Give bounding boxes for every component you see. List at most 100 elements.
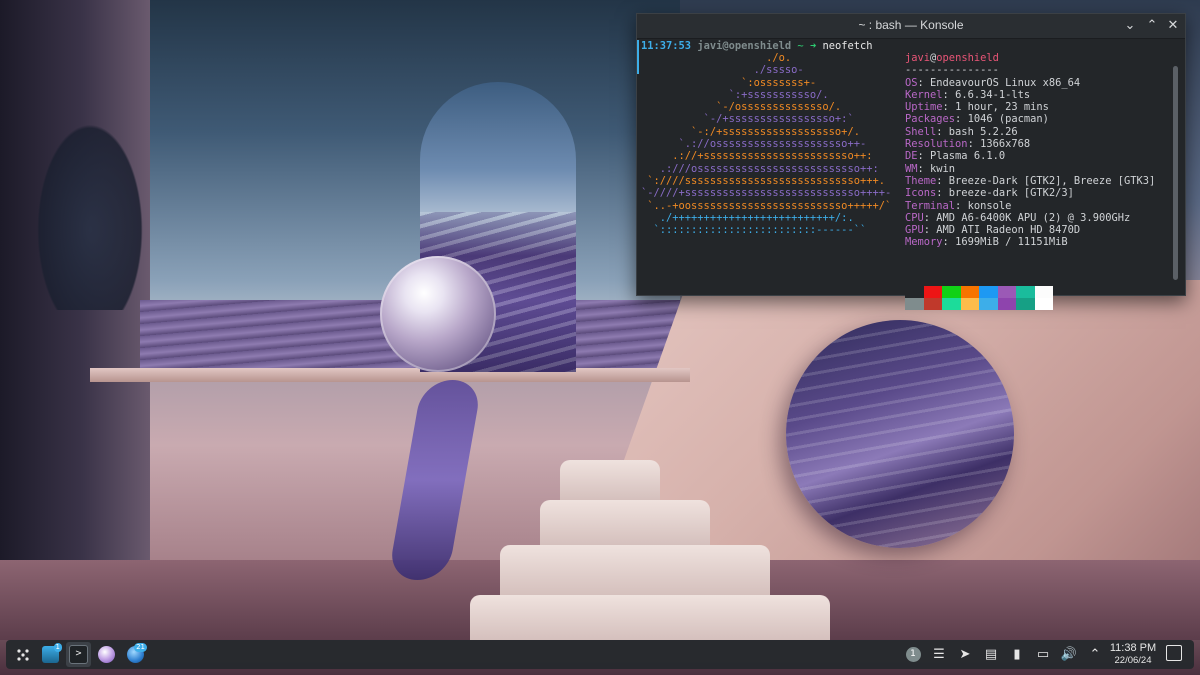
- prompt-path: ~: [797, 40, 804, 52]
- window-title: ~ : bash — Konsole: [858, 18, 964, 32]
- color-swatch: [942, 298, 961, 310]
- info-row-wm: WM: kwin: [905, 162, 956, 175]
- prompt-command: neofetch: [822, 40, 873, 52]
- info-key: Shell: [905, 125, 937, 138]
- logo-line: `.://osssssssssssssssssssso++-: [641, 138, 867, 151]
- color-swatch: [923, 298, 942, 310]
- prompt-user-host: javi@openshield: [697, 40, 792, 52]
- info-row-terminal: Terminal: konsole: [905, 199, 1012, 212]
- color-swatch: [997, 298, 1016, 310]
- scrollbar-thumb[interactable]: [1173, 66, 1178, 280]
- color-swatch: [942, 286, 961, 298]
- logo-line: ./o.: [641, 52, 792, 64]
- info-value: 1366x768: [980, 138, 1031, 151]
- updates-icon[interactable]: 1: [900, 642, 926, 668]
- show-desktop-icon[interactable]: [1166, 645, 1182, 661]
- application-launcher-icon[interactable]: [10, 642, 35, 667]
- clock-date: 22/06/24: [1114, 655, 1152, 666]
- digital-clock[interactable]: 11:38 PM 22/06/24: [1106, 641, 1160, 667]
- color-swatch: [979, 298, 998, 310]
- wallpaper-round-window: [786, 320, 1014, 548]
- logo-line: ./++++++++++++++++++++++++++/:.: [641, 211, 854, 224]
- info-row-gpu: GPU: AMD ATI Radeon HD 8470D: [905, 224, 1081, 237]
- info-key: DE: [905, 150, 918, 163]
- info-row-shell: Shell: bash 5.2.26: [905, 125, 1018, 138]
- info-row-theme: Theme: Breeze-Dark [GTK2], Breeze [GTK3]: [905, 174, 1156, 187]
- prompt-time: 11:37:53: [641, 40, 692, 52]
- notes-icon[interactable]: ▤: [978, 642, 1004, 668]
- info-value: AMD A6-6400K APU (2) @ 3.900GHz: [936, 211, 1131, 224]
- terminal-scrollbar[interactable]: [1172, 66, 1180, 296]
- volume-icon[interactable]: 🔊: [1056, 642, 1082, 668]
- logo-line: ./sssso-: [641, 64, 804, 77]
- logo-line: `-/ossssssssssssso/.: [641, 101, 842, 114]
- minimize-button[interactable]: ⌄: [1121, 17, 1139, 35]
- clock-time: 11:38 PM: [1109, 642, 1157, 654]
- plasma-panel: 1 > 21 1 ☰ ➤ ▤ ▮ ▭ 🔊 ⌃ 11:38 PM 22/06/24: [6, 640, 1194, 669]
- info-key: Packages: [905, 113, 956, 126]
- color-swatch: [905, 286, 924, 298]
- info-separator: ---------------: [905, 64, 999, 77]
- terminal-prompt-icon: >: [69, 645, 88, 664]
- bubble-app-icon: [98, 646, 115, 663]
- window-titlebar[interactable]: ~ : bash — Konsole ⌄ ⌃ ✕: [637, 14, 1185, 39]
- prompt-accent-bar: [637, 40, 639, 74]
- close-button[interactable]: ✕: [1164, 17, 1182, 35]
- color-swatch: [1016, 298, 1035, 310]
- info-key: Uptime: [905, 101, 943, 114]
- info-value: 1046 (pacman): [967, 113, 1049, 126]
- info-key: Resolution: [905, 138, 968, 151]
- info-key: Terminal: [905, 199, 956, 212]
- dolphin-file-manager-icon[interactable]: 1: [38, 642, 63, 667]
- logo-line: `:osssssss+-: [641, 76, 817, 89]
- color-swatch: [905, 298, 924, 310]
- color-swatch: [1016, 286, 1035, 298]
- color-swatch: [923, 286, 942, 298]
- info-header: javi@openshield: [905, 52, 1155, 64]
- clipboard-manager-icon[interactable]: ☰: [926, 642, 952, 668]
- updates-count: 1: [905, 647, 921, 662]
- app-circle-icon[interactable]: [94, 642, 119, 667]
- wallpaper-stair: [500, 545, 770, 595]
- logo-line: .://+ssssssssssssssssssssssso++:: [641, 150, 873, 163]
- logo-line: `-////+ssssssssssssssssssssssssssso++++-: [641, 187, 892, 200]
- info-value: bash 5.2.26: [948, 125, 1018, 138]
- expand-tray-icon[interactable]: ⌃: [1082, 642, 1108, 668]
- logo-line: `:+sssssssssso/.: [641, 88, 829, 101]
- neofetch-info: javi@openshield --------------- OS: Ende…: [905, 52, 1155, 249]
- wallpaper-stair: [560, 460, 660, 500]
- info-key: GPU: [905, 224, 924, 237]
- info-row-packages: Packages: 1046 (pacman): [905, 113, 1049, 126]
- logo-line: `:////ssssssssssssssssssssssssssso+++.: [641, 174, 885, 187]
- info-value: 6.6.34-1-lts: [955, 88, 1031, 101]
- info-row-resolution: Resolution: 1366x768: [905, 138, 1031, 151]
- konsole-icon[interactable]: >: [66, 642, 91, 667]
- info-key: WM: [905, 162, 918, 175]
- info-value: AMD ATI Radeon HD 8470D: [936, 224, 1081, 237]
- color-swatch: [960, 286, 979, 298]
- logo-line: .:///ossssssssssssssssssssssssso++:: [641, 162, 879, 175]
- color-swatch: [979, 286, 998, 298]
- info-key: CPU: [905, 211, 924, 224]
- wallpaper-stair: [470, 595, 830, 640]
- task-badge: 1: [53, 643, 62, 652]
- info-value: breeze-dark [GTK2/3]: [948, 187, 1074, 200]
- terminal-area[interactable]: 11:37:53 javi@openshield ~ ➜ neofetch ./…: [637, 39, 1178, 310]
- app-globe-icon[interactable]: 21: [123, 642, 148, 667]
- info-host: openshield: [936, 52, 999, 64]
- network-icon[interactable]: ▭: [1030, 642, 1056, 668]
- info-row-uptime: Uptime: 1 hour, 23 mins: [905, 101, 1049, 114]
- info-value: EndeavourOS Linux x86_64: [930, 76, 1081, 89]
- info-row-os: OS: EndeavourOS Linux x86_64: [905, 76, 1081, 89]
- konsole-window[interactable]: ~ : bash — Konsole ⌄ ⌃ ✕ 11:37:53 javi@o…: [636, 13, 1186, 310]
- logo-line: `-/+sssssssssssssssso+:`: [641, 113, 854, 126]
- wallpaper-ribbon: [387, 380, 483, 580]
- usb-drive-icon[interactable]: ▮: [1004, 642, 1030, 668]
- maximize-button[interactable]: ⌃: [1143, 17, 1161, 35]
- color-palette-top: [905, 286, 1053, 298]
- info-key: Theme: [905, 174, 937, 187]
- info-key: OS: [905, 76, 918, 89]
- info-value: konsole: [967, 199, 1012, 212]
- send-icon[interactable]: ➤: [952, 642, 978, 668]
- info-key: Kernel: [905, 88, 943, 101]
